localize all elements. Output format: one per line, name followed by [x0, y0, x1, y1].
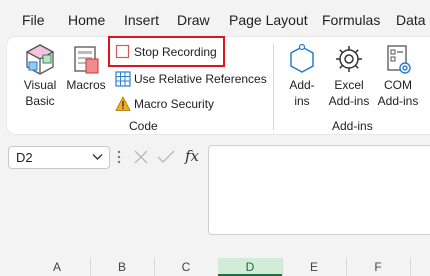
stop-recording-highlight — [108, 36, 225, 67]
com-add-ins-label-2: Add-ins — [377, 94, 419, 108]
formula-input[interactable] — [208, 145, 430, 235]
cancel-icon[interactable] — [133, 149, 149, 165]
column-header-a[interactable]: A — [24, 258, 90, 276]
excel-add-ins-label-2: Add-ins — [328, 94, 370, 108]
add-ins-button[interactable]: Add- ins — [282, 43, 322, 109]
column-header-d[interactable]: D — [218, 258, 282, 276]
visual-basic-icon — [25, 44, 55, 75]
visual-basic-label-2: Basic — [25, 94, 55, 108]
add-ins-group-label: Add-ins — [332, 119, 373, 133]
column-header-c[interactable]: C — [154, 258, 218, 276]
enter-check-icon[interactable] — [157, 149, 175, 165]
macros-icon — [74, 46, 99, 74]
group-divider — [273, 44, 274, 130]
menu-bar: File Home Insert Draw Page Layout Formul… — [0, 0, 430, 38]
visual-basic-label-1: Visual — [23, 78, 57, 92]
menu-data[interactable]: Data — [396, 12, 426, 28]
document-gear-icon — [387, 45, 411, 74]
add-ins-label-1: Add- — [289, 78, 315, 92]
insert-function-button[interactable]: fx — [185, 147, 199, 165]
macro-security-label: Macro Security — [134, 97, 215, 111]
column-divider — [410, 258, 411, 276]
column-header-e[interactable]: E — [282, 258, 346, 276]
com-add-ins-button[interactable]: COM Add-ins — [374, 43, 422, 109]
column-header-f[interactable]: F — [346, 258, 410, 276]
menu-formulas[interactable]: Formulas — [322, 12, 380, 28]
menu-page-layout[interactable]: Page Layout — [229, 12, 308, 28]
menu-file[interactable]: File — [22, 12, 45, 28]
excel-add-ins-button[interactable]: Excel Add-ins — [325, 43, 373, 109]
formula-bar-controls: fx — [115, 146, 207, 169]
gear-icon — [336, 46, 362, 72]
name-box[interactable]: D2 — [8, 146, 110, 169]
relative-references-icon — [115, 71, 131, 87]
menu-insert[interactable]: Insert — [124, 12, 159, 28]
code-group-label: Code — [129, 119, 158, 133]
macros-button[interactable]: Macros — [64, 43, 108, 93]
menu-draw[interactable]: Draw — [177, 12, 210, 28]
com-add-ins-label-1: COM — [384, 78, 412, 92]
chevron-down-icon[interactable] — [92, 153, 103, 161]
hexagon-icon — [290, 43, 314, 73]
visual-basic-button[interactable]: Visual Basic — [17, 43, 63, 109]
menu-home[interactable]: Home — [68, 12, 105, 28]
warning-icon — [115, 96, 131, 111]
use-relative-references-label: Use Relative References — [134, 72, 267, 86]
add-ins-label-2: ins — [294, 94, 310, 108]
name-box-value: D2 — [16, 150, 33, 165]
excel-add-ins-label-1: Excel — [334, 78, 364, 92]
macros-label: Macros — [66, 78, 106, 92]
column-header-b[interactable]: B — [90, 258, 154, 276]
